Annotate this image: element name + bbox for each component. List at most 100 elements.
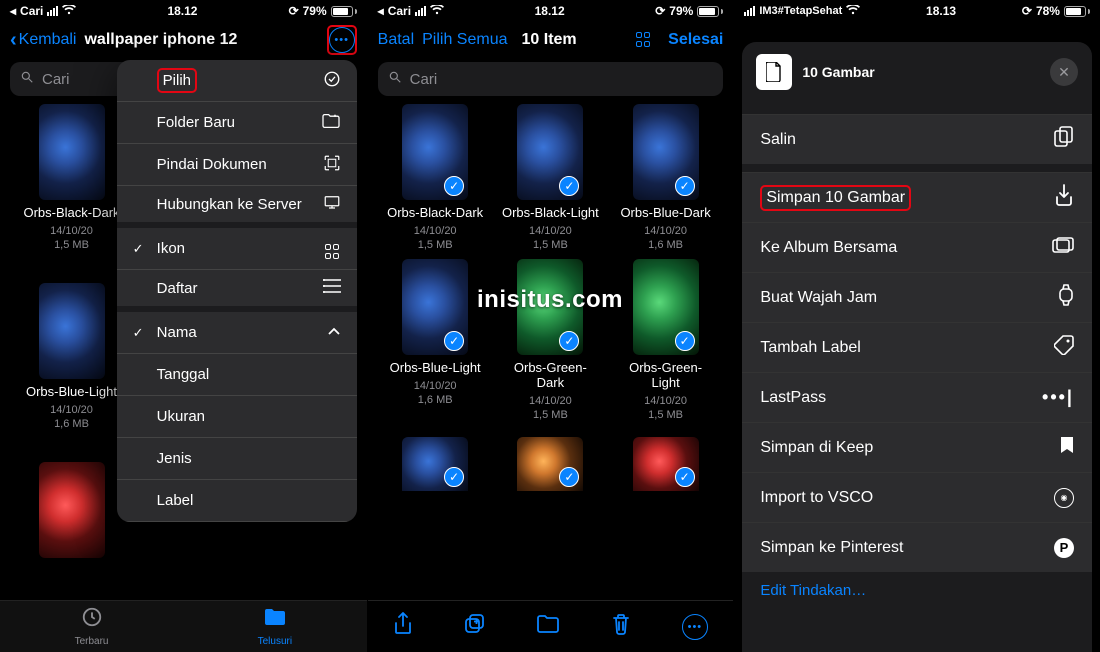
- signal-icon: [47, 6, 58, 16]
- action-simpan-di-keep[interactable]: Simpan di Keep: [742, 422, 1092, 472]
- status-time: 18.12: [535, 4, 565, 18]
- share-button[interactable]: [393, 612, 413, 642]
- file-item[interactable]: ✓Orbs-Blue-Light14/10/201,6 MB: [378, 259, 493, 421]
- search-icon: [20, 70, 34, 88]
- folder-icon: [263, 606, 287, 634]
- battery-percent: 79%: [669, 4, 693, 18]
- menu-item-tanggal[interactable]: Tanggal: [117, 354, 357, 396]
- orientation-lock-icon: ⟳: [289, 4, 299, 18]
- document-icon: [756, 54, 792, 90]
- lastpass-icon: •••|: [1042, 387, 1074, 408]
- action-simpan-ke-pinterest[interactable]: Simpan ke Pinterest P: [742, 522, 1092, 572]
- sheet-title: 10 Gambar: [802, 64, 874, 80]
- done-button[interactable]: Selesai: [668, 31, 723, 49]
- menu-item-jenis[interactable]: Jenis: [117, 438, 357, 480]
- selected-check-icon: ✓: [444, 467, 464, 487]
- action-simpan-10-gambar[interactable]: Simpan 10 Gambar: [742, 172, 1092, 222]
- menu-item-daftar[interactable]: Daftar: [117, 270, 357, 312]
- file-size: 1,5 MB: [533, 409, 568, 421]
- tab-recent[interactable]: Terbaru: [75, 606, 109, 647]
- pinterest-icon: P: [1054, 538, 1074, 558]
- file-thumbnail: [39, 462, 105, 558]
- action-salin[interactable]: Salin: [742, 114, 1092, 164]
- tab-label: Telusuri: [258, 636, 292, 647]
- clock-icon: [81, 606, 103, 634]
- search-placeholder: Cari: [42, 71, 70, 88]
- file-grid: ✓Orbs-Black-Dark14/10/201,5 MB✓Orbs-Blac…: [368, 104, 734, 421]
- edit-actions-button[interactable]: Edit Tindakan…: [742, 572, 1092, 599]
- copy-icon: [1054, 126, 1074, 153]
- select-all-button[interactable]: Pilih Semua: [422, 31, 507, 49]
- menu-item-label: Daftar: [157, 280, 198, 297]
- back-button[interactable]: ‹ Kembali: [10, 29, 76, 52]
- action-label: Ke Album Bersama: [760, 239, 897, 257]
- file-item[interactable]: ✓Orbs-Green-Light14/10/201,5 MB: [608, 259, 723, 421]
- more-button[interactable]: •••: [329, 27, 355, 53]
- search-field[interactable]: Cari: [378, 62, 724, 96]
- menu-item-label[interactable]: Label: [117, 480, 357, 522]
- battery-icon: [1064, 6, 1090, 17]
- file-item[interactable]: ✓: [493, 437, 608, 491]
- selected-check-icon: ✓: [559, 467, 579, 487]
- status-bar: ◂ Cari 18.12 ⟳ 79%: [0, 0, 367, 22]
- cancel-button[interactable]: Batal: [378, 31, 414, 49]
- menu-item-nama[interactable]: ✓Nama: [117, 312, 357, 354]
- action-import-to-vsco[interactable]: Import to VSCO◉: [742, 472, 1092, 522]
- file-item[interactable]: ✓Orbs-Blue-Dark14/10/201,6 MB: [608, 104, 723, 251]
- phone-1-files-with-menu: ◂ Cari 18.12 ⟳ 79% ‹ Kembali wallpaper i…: [0, 0, 367, 652]
- status-time: 18.12: [167, 4, 197, 18]
- move-button[interactable]: [536, 614, 560, 640]
- file-size: 1,5 MB: [533, 239, 568, 251]
- file-item[interactable]: ✓Orbs-Green-Dark14/10/201,5 MB: [493, 259, 608, 421]
- separator: [742, 164, 1092, 172]
- menu-item-label: Ukuran: [157, 408, 205, 425]
- file-item[interactable]: Orbs-Black-Dark 14/10/20 1,5 MB: [14, 104, 129, 251]
- file-item[interactable]: ✓Orbs-Black-Light14/10/201,5 MB: [493, 104, 608, 251]
- file-item[interactable]: ✓: [608, 437, 723, 491]
- menu-item-folder-baru[interactable]: Folder Baru: [117, 102, 357, 144]
- tab-browse[interactable]: Telusuri: [258, 606, 292, 647]
- action-label: Salin: [760, 131, 796, 149]
- back-label: Kembali: [19, 31, 77, 49]
- menu-item-label: Tanggal: [157, 366, 210, 383]
- file-name: Orbs-Blue-Dark: [616, 206, 716, 221]
- file-date: 14/10/20: [50, 404, 93, 416]
- file-thumbnail: ✓: [517, 437, 583, 491]
- selection-count: 10 Item: [522, 31, 577, 49]
- more-button[interactable]: •••: [682, 614, 708, 640]
- trash-button[interactable]: [611, 613, 631, 641]
- tab-label: Terbaru: [75, 636, 109, 647]
- save-icon: [1054, 184, 1074, 211]
- menu-item-label: Label: [157, 492, 194, 509]
- duplicate-button[interactable]: [464, 613, 486, 641]
- menu-item-ukuran[interactable]: Ukuran: [117, 396, 357, 438]
- check-icon: ✓: [133, 325, 147, 341]
- action-tambah-label[interactable]: Tambah Label: [742, 322, 1092, 372]
- view-grid-button[interactable]: [636, 32, 652, 48]
- close-button[interactable]: ✕: [1050, 58, 1078, 86]
- file-item[interactable]: ✓: [378, 437, 493, 491]
- menu-item-label: Jenis: [157, 450, 192, 467]
- tab-bar: Terbaru Telusuri: [0, 600, 367, 652]
- action-lastpass[interactable]: LastPass•••|: [742, 372, 1092, 422]
- file-item[interactable]: ✓Orbs-Black-Dark14/10/201,5 MB: [378, 104, 493, 251]
- list-icon: [323, 279, 341, 297]
- watch-icon: [1058, 284, 1074, 311]
- action-label: Simpan ke Pinterest: [760, 539, 903, 557]
- grid-icon: [325, 237, 341, 260]
- status-back-app: Cari: [20, 4, 43, 18]
- more-button-highlight: •••: [327, 25, 357, 55]
- chevron-left-icon: ‹: [10, 29, 17, 52]
- action-buat-wajah-jam[interactable]: Buat Wajah Jam: [742, 272, 1092, 322]
- menu-item-ikon[interactable]: ✓Ikon: [117, 228, 357, 270]
- file-item[interactable]: [14, 462, 129, 558]
- menu-item-pilih[interactable]: Pilih: [117, 60, 357, 102]
- file-item[interactable]: Orbs-Blue-Light 14/10/20 1,6 MB: [14, 283, 129, 430]
- menu-item-pindai-dokumen[interactable]: Pindai Dokumen: [117, 144, 357, 186]
- chevron-icon: [327, 324, 341, 341]
- action-list: Salin Simpan 10 Gambar Ke Album Bersama Bua…: [742, 114, 1092, 599]
- action-ke-album-bersama[interactable]: Ke Album Bersama: [742, 222, 1092, 272]
- menu-item-hubungkan-ke-server[interactable]: Hubungkan ke Server: [117, 186, 357, 228]
- wifi-icon: [62, 4, 76, 18]
- file-name: Orbs-Blue-Light: [22, 385, 122, 400]
